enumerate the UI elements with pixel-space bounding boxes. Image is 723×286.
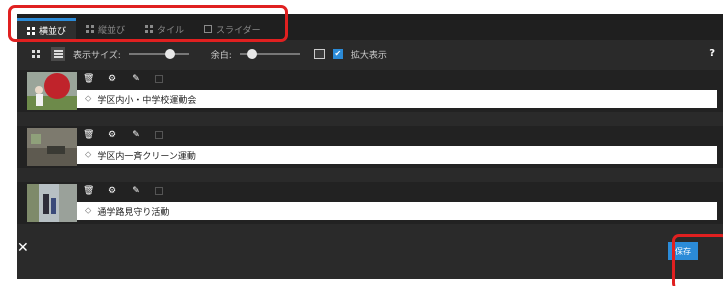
trash-icon[interactable]: 🗑 bbox=[83, 74, 94, 84]
caption-text: 通学路見守り活動 bbox=[97, 207, 170, 218]
photo-thumbnail[interactable] bbox=[27, 72, 77, 110]
display-size-slider[interactable] bbox=[128, 49, 189, 59]
photo-thumbnail[interactable] bbox=[27, 184, 77, 222]
slider-knob[interactable] bbox=[164, 49, 175, 59]
tabs-highlight bbox=[8, 5, 288, 42]
wrench-icon[interactable]: ✎ bbox=[131, 130, 141, 140]
slider-knob[interactable] bbox=[247, 49, 258, 59]
caption-field[interactable]: ⬦ 学区内小・中学校運動会 bbox=[77, 90, 717, 108]
photo-thumbnail[interactable] bbox=[27, 128, 77, 166]
square-icon[interactable] bbox=[155, 187, 163, 195]
tag-icon: ⬦ bbox=[85, 94, 92, 104]
gear-icon[interactable]: ⚙ bbox=[107, 74, 117, 84]
caption-field[interactable]: ⬦ 通学路見守り活動 bbox=[77, 202, 717, 220]
view-toolbar: 表示サイズ: 余白: ✔ 拡大表示 ? bbox=[17, 42, 723, 66]
tag-icon: ⬦ bbox=[85, 150, 92, 160]
enlarge-label: 拡大表示 bbox=[350, 50, 387, 61]
save-highlight bbox=[672, 234, 723, 286]
list-icon bbox=[53, 50, 63, 58]
trash-icon[interactable]: 🗑 bbox=[83, 130, 94, 140]
list-item: 🗑 ⚙ ✎ ⬦ 学区内一斉クリーン運動 bbox=[17, 126, 723, 168]
grid-view-button[interactable] bbox=[29, 47, 43, 61]
square-icon[interactable] bbox=[155, 131, 163, 139]
display-size-label: 表示サイズ: bbox=[73, 50, 121, 61]
item-actions: 🗑 ⚙ ✎ bbox=[83, 130, 163, 140]
list-item: 🗑 ⚙ ✎ ⬦ 通学路見守り活動 bbox=[17, 182, 723, 224]
list-item: 🗑 ⚙ ✎ ⬦ 学区内小・中学校運動会 bbox=[17, 70, 723, 112]
close-button[interactable]: ✕ bbox=[17, 240, 29, 256]
item-actions: 🗑 ⚙ ✎ bbox=[83, 186, 163, 196]
help-button[interactable]: ? bbox=[709, 48, 715, 59]
caption-field[interactable]: ⬦ 学区内一斉クリーン運動 bbox=[77, 146, 717, 164]
margin-slider[interactable] bbox=[239, 49, 300, 59]
wrench-icon[interactable]: ✎ bbox=[131, 74, 141, 84]
list-view-button[interactable] bbox=[51, 47, 65, 61]
slider-track bbox=[128, 53, 189, 55]
grid-icon bbox=[32, 50, 40, 58]
tag-icon: ⬦ bbox=[85, 206, 92, 216]
gear-icon[interactable]: ⚙ bbox=[107, 186, 117, 196]
margin-label: 余白: bbox=[210, 50, 232, 61]
fit-image-icon[interactable] bbox=[313, 49, 325, 59]
wrench-icon[interactable]: ✎ bbox=[131, 186, 141, 196]
caption-text: 学区内一斉クリーン運動 bbox=[97, 151, 196, 162]
trash-icon[interactable]: 🗑 bbox=[83, 186, 94, 196]
gallery-editor-panel: 横並び 縦並び タイル スライダー 表示サイズ: 余白: ✔ 拡大表示 ? 🗑 … bbox=[17, 14, 723, 279]
enlarge-checkbox[interactable]: ✔ bbox=[332, 49, 343, 59]
gear-icon[interactable]: ⚙ bbox=[107, 130, 117, 140]
square-icon[interactable] bbox=[155, 75, 163, 83]
item-actions: 🗑 ⚙ ✎ bbox=[83, 74, 163, 84]
caption-text: 学区内小・中学校運動会 bbox=[97, 95, 197, 106]
